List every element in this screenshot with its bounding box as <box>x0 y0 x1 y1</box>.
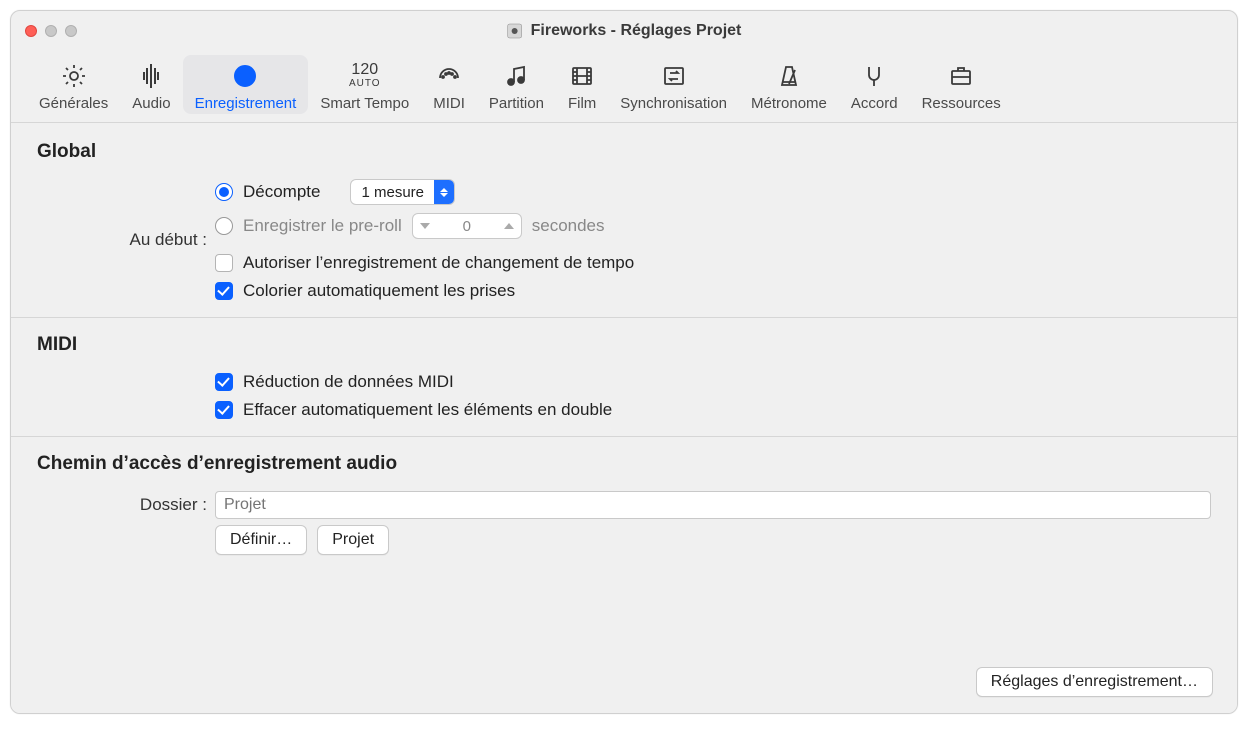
countin-radio[interactable] <box>215 183 233 201</box>
allow-tempo-label: Autoriser l’enregistrement de changement… <box>243 253 634 273</box>
music-notes-icon <box>502 59 530 93</box>
zoom-window-button[interactable] <box>65 25 77 37</box>
auto-erase-duplicates-checkbox[interactable] <box>215 401 233 419</box>
preroll-unit: secondes <box>532 216 605 236</box>
tab-label: Métronome <box>751 95 827 112</box>
tab-label: Partition <box>489 95 544 112</box>
window-traffic-lights <box>11 25 77 37</box>
film-icon <box>568 59 596 93</box>
content-panel: Global Au début : Décompte 1 mesure Enre… <box>11 123 1237 713</box>
tab-sync[interactable]: Synchronisation <box>608 55 739 114</box>
section-title-global: Global <box>37 141 1211 163</box>
tab-smart-tempo[interactable]: 120 AUTO Smart Tempo <box>308 55 421 114</box>
select-arrows-icon <box>434 179 454 205</box>
auto-erase-duplicates-label: Effacer automatiquement les éléments en … <box>243 400 612 420</box>
window: Fireworks - Réglages Projet Générales Au… <box>10 10 1238 714</box>
recording-settings-button[interactable]: Réglages d’enregistrement… <box>976 667 1213 697</box>
section-title-audio-path: Chemin d’accès d’enregistrement audio <box>37 453 1211 475</box>
auto-colorize-label: Colorier automatiquement les prises <box>243 281 515 301</box>
tab-label: Enregistrement <box>195 95 297 112</box>
tab-label: Ressources <box>922 95 1001 112</box>
project-folder-button[interactable]: Projet <box>317 525 389 555</box>
close-window-button[interactable] <box>25 25 37 37</box>
midi-data-reduction-label: Réduction de données MIDI <box>243 372 454 392</box>
tab-general[interactable]: Générales <box>27 55 120 114</box>
preroll-stepper[interactable]: 0 <box>412 213 522 239</box>
tab-label: Smart Tempo <box>320 95 409 112</box>
tuning-fork-icon <box>860 59 888 93</box>
window-title: Fireworks - Réglages Projet <box>531 22 742 40</box>
record-icon <box>231 59 259 93</box>
briefcase-icon <box>947 59 975 93</box>
tab-label: Générales <box>39 95 108 112</box>
tempo-icon: 120 AUTO <box>349 59 381 93</box>
stepper-decrement[interactable] <box>413 213 437 239</box>
preroll-value: 0 <box>437 218 497 235</box>
midi-data-reduction-checkbox[interactable] <box>215 373 233 391</box>
window-title-wrap: Fireworks - Réglages Projet <box>507 22 742 40</box>
waveform-icon <box>137 59 165 93</box>
tab-movie[interactable]: Film <box>556 55 608 114</box>
titlebar: Fireworks - Réglages Projet <box>11 11 1237 51</box>
tab-midi[interactable]: MIDI <box>421 55 477 114</box>
tab-recording[interactable]: Enregistrement <box>183 55 309 114</box>
tab-label: Synchronisation <box>620 95 727 112</box>
tab-label: Film <box>568 95 596 112</box>
app-icon <box>507 23 523 39</box>
countin-select[interactable]: 1 mesure <box>350 179 455 205</box>
allow-tempo-checkbox[interactable] <box>215 254 233 272</box>
folder-path-input[interactable] <box>215 491 1211 519</box>
gear-icon <box>60 59 88 93</box>
separator <box>11 317 1237 318</box>
tab-audio[interactable]: Audio <box>120 55 182 114</box>
auto-colorize-checkbox[interactable] <box>215 282 233 300</box>
separator <box>11 436 1237 437</box>
metronome-icon <box>775 59 803 93</box>
preroll-label: Enregistrer le pre-roll <box>243 216 402 236</box>
tab-label: MIDI <box>433 95 465 112</box>
section-title-midi: MIDI <box>37 334 1211 356</box>
tab-label: Audio <box>132 95 170 112</box>
preferences-toolbar: Générales Audio Enregistrement 120 AUTO … <box>11 51 1237 123</box>
tab-tuning[interactable]: Accord <box>839 55 910 114</box>
tab-assets[interactable]: Ressources <box>910 55 1013 114</box>
midi-plug-icon <box>435 59 463 93</box>
sync-icon <box>660 59 688 93</box>
tab-score[interactable]: Partition <box>477 55 556 114</box>
set-folder-button[interactable]: Définir… <box>215 525 307 555</box>
start-recording-label: Au début : <box>37 230 207 250</box>
countin-label: Décompte <box>243 182 320 202</box>
preroll-radio[interactable] <box>215 217 233 235</box>
tab-label: Accord <box>851 95 898 112</box>
tab-metronome[interactable]: Métronome <box>739 55 839 114</box>
minimize-window-button[interactable] <box>45 25 57 37</box>
countin-select-value: 1 mesure <box>351 184 434 201</box>
stepper-increment[interactable] <box>497 213 521 239</box>
folder-label: Dossier : <box>37 495 207 515</box>
